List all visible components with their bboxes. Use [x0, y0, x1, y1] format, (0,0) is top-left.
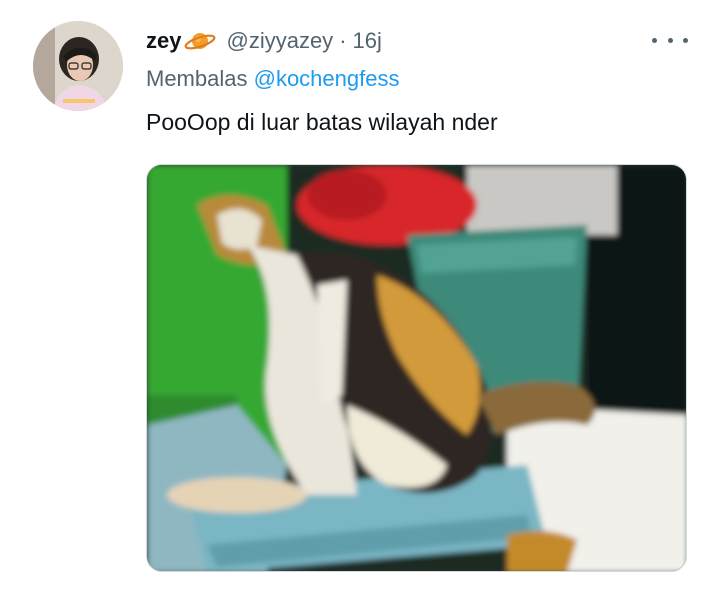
tweet-header: zey @ziyyazey · 16j: [146, 24, 382, 58]
author-handle[interactable]: @ziyyazey: [226, 28, 333, 54]
planet-icon: [184, 29, 216, 53]
cat-photo: [147, 165, 686, 571]
replying-label: Membalas: [146, 66, 248, 91]
reply-mention-link[interactable]: @kochengfess: [254, 66, 400, 91]
more-dot: [652, 37, 657, 43]
timestamp[interactable]: 16j: [353, 28, 382, 54]
separator-dot: ·: [339, 28, 347, 53]
more-options-icon[interactable]: [652, 28, 688, 52]
avatar[interactable]: [33, 21, 123, 111]
replying-to: Membalas @kochengfess: [146, 66, 399, 92]
tweet-media-photo[interactable]: [146, 164, 687, 572]
avatar-image: [33, 21, 123, 111]
more-dot: [667, 37, 673, 43]
tweet[interactable]: zey @ziyyazey · 16j Membalas @kochengfes…: [0, 0, 719, 595]
tweet-text: PooOop di luar batas wilayah nder: [146, 109, 498, 135]
more-dot: [683, 37, 688, 43]
author-name[interactable]: zey: [146, 28, 181, 54]
